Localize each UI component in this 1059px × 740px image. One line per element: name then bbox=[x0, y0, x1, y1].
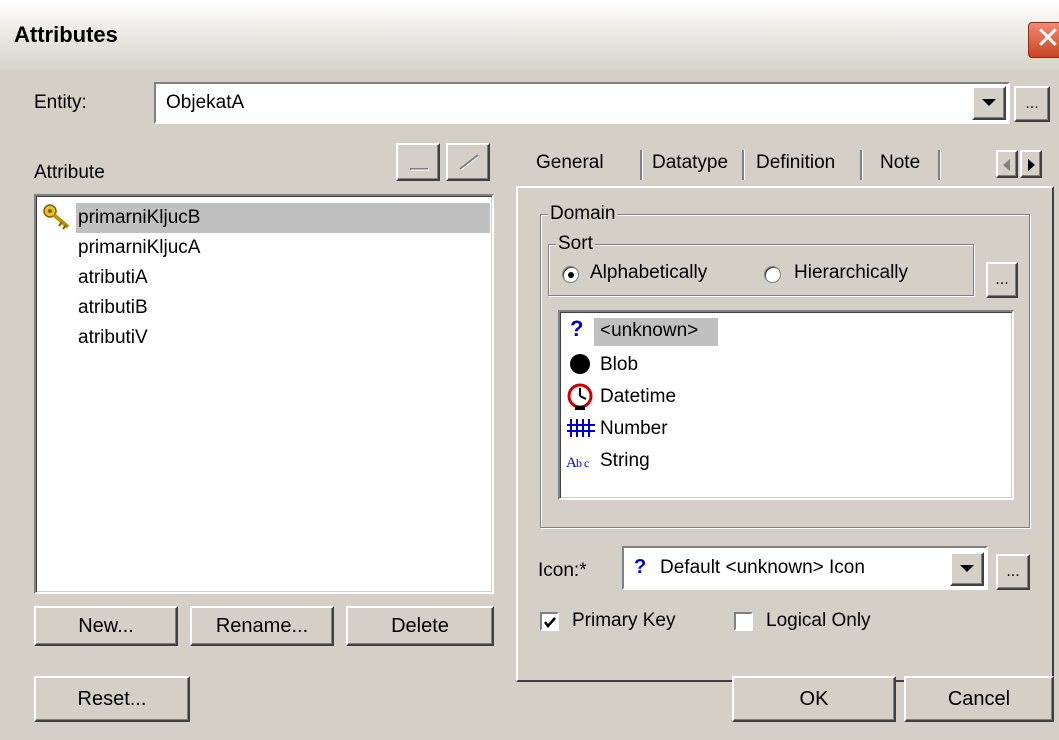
domain-list[interactable]: ? <unknown> Blob Datetime Number A b c S… bbox=[558, 310, 1014, 500]
ok-button[interactable]: OK bbox=[732, 676, 896, 722]
list-item[interactable]: atributiB bbox=[78, 293, 148, 323]
move-down-button[interactable] bbox=[446, 143, 490, 181]
sort-label: Sort bbox=[556, 233, 595, 254]
svg-text:b: b bbox=[576, 456, 582, 470]
string-icon: A b c bbox=[566, 455, 589, 471]
cancel-button[interactable]: Cancel bbox=[904, 676, 1054, 722]
tab-strip: General Datatype Definition Note bbox=[516, 142, 1054, 188]
attribute-label: Attribute bbox=[34, 162, 105, 183]
tab-scroll-right[interactable] bbox=[1020, 150, 1042, 178]
question-icon: ? bbox=[634, 556, 647, 578]
icon-label: Icon:* bbox=[538, 560, 587, 581]
list-item[interactable]: primarniKljucA bbox=[78, 233, 200, 263]
arrow-down-icon bbox=[459, 154, 480, 171]
list-item[interactable]: String bbox=[600, 446, 650, 476]
question-icon: ? bbox=[570, 316, 584, 341]
list-item[interactable]: atributiA bbox=[78, 263, 148, 293]
svg-text:c: c bbox=[584, 456, 589, 470]
list-item[interactable]: Blob bbox=[600, 350, 638, 380]
arrow-up-icon bbox=[410, 168, 429, 171]
chevron-down-icon bbox=[982, 99, 996, 106]
entity-browse-button[interactable]: ... bbox=[1014, 86, 1050, 122]
tab-datatype[interactable]: Datatype bbox=[644, 142, 736, 184]
logical-only-label[interactable]: Logical Only bbox=[766, 610, 871, 632]
sort-alphabetically-radio[interactable] bbox=[562, 266, 579, 283]
number-icon bbox=[567, 419, 595, 437]
icon-dropdown-button[interactable] bbox=[950, 552, 984, 586]
entity-combo[interactable]: ObjekatA bbox=[154, 82, 1010, 124]
list-item[interactable]: Number bbox=[600, 414, 668, 444]
list-item[interactable]: Datetime bbox=[600, 382, 676, 412]
key-icon bbox=[43, 204, 70, 230]
list-item[interactable]: primarniKljucB bbox=[78, 203, 200, 233]
tab-note[interactable]: Note bbox=[872, 142, 928, 184]
check-icon bbox=[544, 617, 556, 628]
blob-icon bbox=[570, 354, 590, 374]
arrow-right-icon bbox=[1028, 159, 1035, 171]
move-up-button[interactable] bbox=[396, 143, 440, 181]
close-button[interactable]: ✕ bbox=[1028, 22, 1059, 58]
tab-definition[interactable]: Definition bbox=[748, 142, 843, 184]
clock-icon bbox=[567, 383, 593, 410]
rename-button[interactable]: Rename... bbox=[190, 606, 334, 646]
icon-browse-button[interactable]: ... bbox=[996, 554, 1030, 590]
list-item[interactable]: <unknown> bbox=[600, 316, 698, 346]
arrow-left-icon bbox=[1003, 159, 1010, 171]
window-title: Attributes bbox=[14, 22, 118, 47]
chevron-down-icon bbox=[960, 565, 974, 572]
sort-browse-button[interactable]: ... bbox=[986, 262, 1018, 298]
tab-scroll-left[interactable] bbox=[996, 150, 1018, 178]
icon-combo[interactable]: ? Default <unknown> Icon bbox=[622, 546, 988, 590]
logical-only-checkbox[interactable] bbox=[734, 612, 753, 631]
title-bar: Attributes ✕ bbox=[0, 0, 1059, 70]
tab-general[interactable]: General bbox=[528, 142, 612, 184]
icon-value: Default <unknown> Icon bbox=[660, 557, 865, 578]
entity-value: ObjekatA bbox=[166, 92, 245, 113]
primary-key-checkbox[interactable] bbox=[540, 612, 559, 631]
entity-dropdown-button[interactable] bbox=[972, 86, 1006, 120]
entity-label: Entity: bbox=[34, 92, 87, 113]
reset-button[interactable]: Reset... bbox=[34, 676, 190, 722]
list-item[interactable]: atributiV bbox=[78, 323, 148, 353]
delete-button[interactable]: Delete bbox=[346, 606, 494, 646]
attribute-list[interactable]: primarniKljucB primarniKljucA atributiA … bbox=[34, 194, 494, 594]
primary-key-label[interactable]: Primary Key bbox=[572, 610, 675, 632]
domain-label: Domain bbox=[548, 203, 618, 224]
sort-alphabetically-label[interactable]: Alphabetically bbox=[590, 262, 707, 284]
sort-hierarchically-label[interactable]: Hierarchically bbox=[794, 262, 908, 284]
tab-panel-general: Domain Sort Alphabetically Hierarchicall… bbox=[516, 186, 1054, 682]
close-icon: ✕ bbox=[1035, 22, 1059, 55]
new-button[interactable]: New... bbox=[34, 606, 178, 646]
sort-hierarchically-radio[interactable] bbox=[764, 266, 781, 283]
